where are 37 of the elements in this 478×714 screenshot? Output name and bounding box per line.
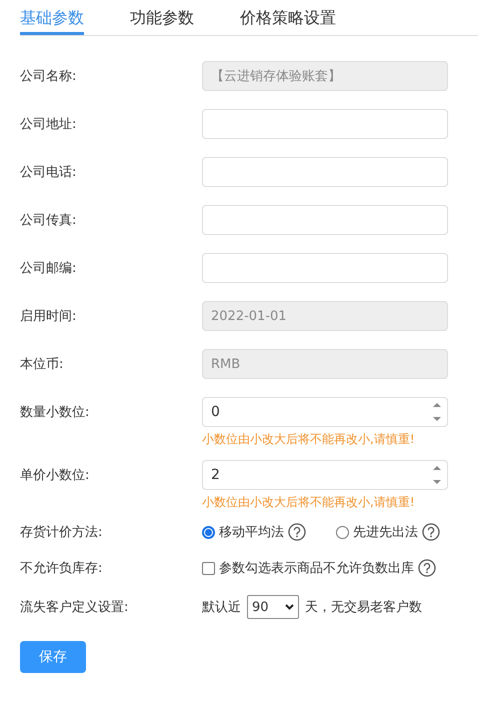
field-label: 公司地址: [20, 116, 78, 133]
field-label: 公司邮编: [20, 260, 78, 277]
field-label: 公司传真: [20, 212, 78, 229]
checkbox-label: 参数勾选表示商品不允许负数出库 [219, 560, 414, 577]
help-icon[interactable] [422, 523, 440, 541]
text-field[interactable] [202, 157, 448, 187]
tab[interactable]: 功能参数 [130, 0, 194, 35]
radio-button[interactable] [336, 526, 349, 538]
radio-button[interactable] [202, 526, 215, 538]
number-field[interactable]: 0 [202, 397, 448, 427]
spinner-icon [433, 401, 441, 423]
field-label: 数量小数位: [20, 404, 90, 421]
text-field[interactable] [202, 205, 448, 235]
field-label: 本位币: [20, 356, 64, 373]
number-field[interactable]: 2 [202, 460, 448, 490]
help-icon[interactable] [288, 523, 306, 541]
warning-hint: 小数位由小改大后将不能再改小,请慎重! [202, 431, 416, 448]
warning-hint: 小数位由小改大后将不能再改小,请慎重! [202, 494, 416, 511]
text-field[interactable] [202, 109, 448, 139]
tab[interactable]: 价格策略设置 [240, 0, 336, 35]
spinner-icon [433, 464, 441, 486]
field-label: 公司名称: [20, 68, 78, 85]
field-label: 存货计价方法: [20, 524, 104, 541]
checkbox[interactable] [202, 562, 215, 574]
option-label[interactable]: 先进先出法 [353, 523, 418, 541]
text-field[interactable] [202, 253, 448, 283]
chevron-icon [285, 604, 294, 610]
field-label: 启用时间: [20, 308, 78, 325]
prefix-text: 默认近 [202, 599, 241, 616]
days-select[interactable]: 90 [247, 595, 299, 619]
field-label: 单价小数位: [20, 467, 90, 484]
field-label: 不允许负库存: [20, 560, 104, 577]
help-icon[interactable] [418, 559, 436, 577]
field-label: 流失客户定义设置: [20, 599, 130, 616]
suffix-text: 天，无交易老客户数 [305, 599, 422, 616]
option-label[interactable]: 移动平均法 [219, 523, 284, 541]
field-label: 公司电话: [20, 164, 78, 181]
